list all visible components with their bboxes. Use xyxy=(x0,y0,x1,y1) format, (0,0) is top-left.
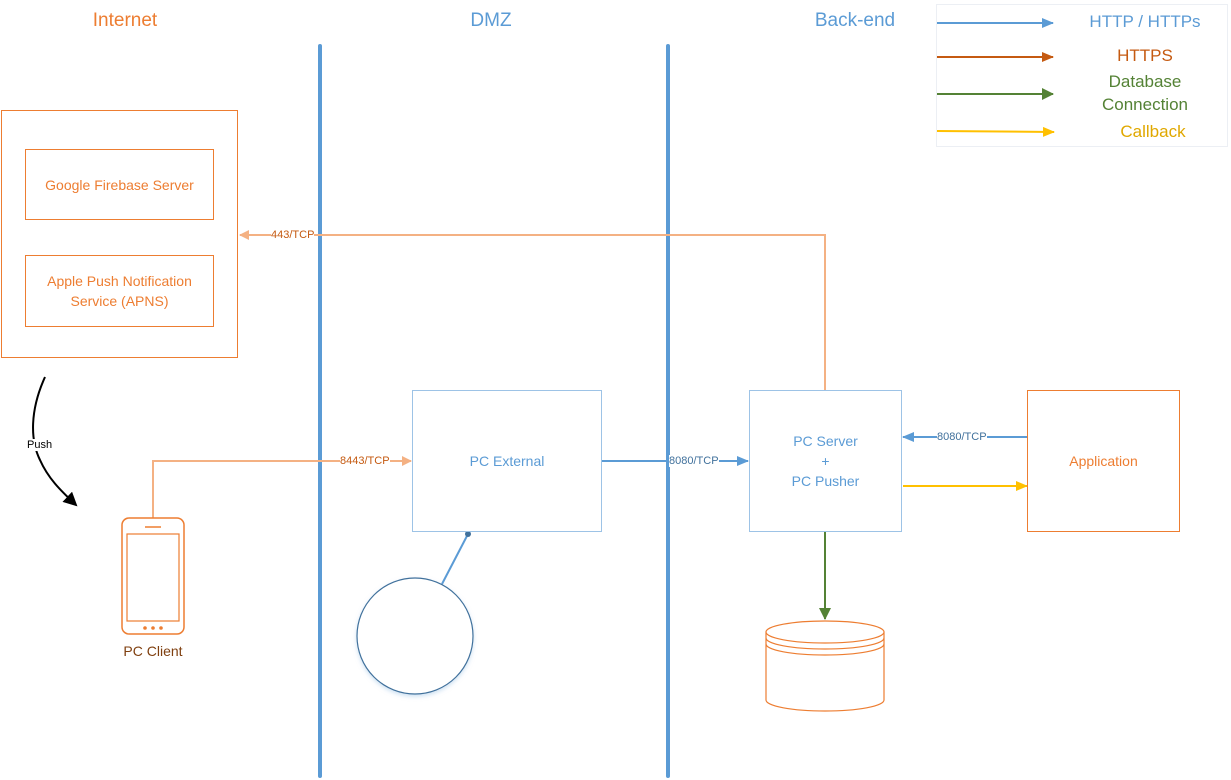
note-label-line3: required xyxy=(396,646,434,657)
database-label-line1: DB PC Server xyxy=(793,662,857,673)
apns-label-line1: Apple Push Notification xyxy=(47,273,192,289)
legend-label-database-line1: Database xyxy=(1108,72,1182,91)
apns-box[interactable]: Apple Push Notification Service (APNS) xyxy=(25,255,214,327)
database-label-line2: + xyxy=(822,678,828,689)
pc-client-label: PC Client xyxy=(123,643,183,659)
legend-label-https: HTTPS xyxy=(1117,46,1173,65)
note-connector xyxy=(441,533,469,585)
pc-server-label-line2: + xyxy=(821,453,830,469)
port-8080-application-label: 8080/TCP xyxy=(937,431,987,443)
application-label: Application xyxy=(1069,453,1138,469)
port-8080-external-label: 8080/TCP xyxy=(669,455,719,467)
legend-label-callback: Callback xyxy=(1120,122,1186,141)
mobile-phone-icon xyxy=(121,517,185,635)
pc-external-box[interactable]: PC External xyxy=(412,390,602,532)
zone-title-internet: Internet xyxy=(92,10,158,31)
google-firebase-server-label: Google Firebase Server xyxy=(45,176,194,193)
database-label: DB PC Server + DB PC Pusher xyxy=(766,660,884,708)
zone-title-dmz: DMZ xyxy=(470,10,512,31)
push-label: Push xyxy=(27,439,53,451)
legend-label-database-line2: Connection xyxy=(1101,95,1188,114)
pc-external-label: PC External xyxy=(469,453,545,469)
apns-label-line2: Service (APNS) xyxy=(70,293,169,309)
note-label-line2: and Certificate xyxy=(382,630,448,641)
note-label: Domain Name and Certificate required xyxy=(360,612,470,660)
port-443-label: 443/TCP xyxy=(271,229,315,241)
pc-server-label-line1: PC Server xyxy=(793,433,858,449)
database-label-line3: DB PC Pusher xyxy=(792,694,858,705)
google-firebase-server-box[interactable]: Google Firebase Server xyxy=(25,149,214,220)
zone-title-backend: Back-end xyxy=(814,10,896,31)
pc-server-box[interactable]: PC Server + PC Pusher xyxy=(749,390,902,532)
note-label-line1: Domain Name xyxy=(383,614,447,625)
port-8443-label: 8443/TCP xyxy=(340,455,390,467)
pc-server-label-line3: PC Pusher xyxy=(791,473,860,489)
legend-label-http: HTTP / HTTPs xyxy=(1089,12,1201,31)
application-box[interactable]: Application xyxy=(1027,390,1180,532)
legend-label-database: Database Connection xyxy=(1070,70,1220,116)
connector-8443-tcp xyxy=(152,456,412,518)
connector-443-tcp xyxy=(239,230,826,390)
